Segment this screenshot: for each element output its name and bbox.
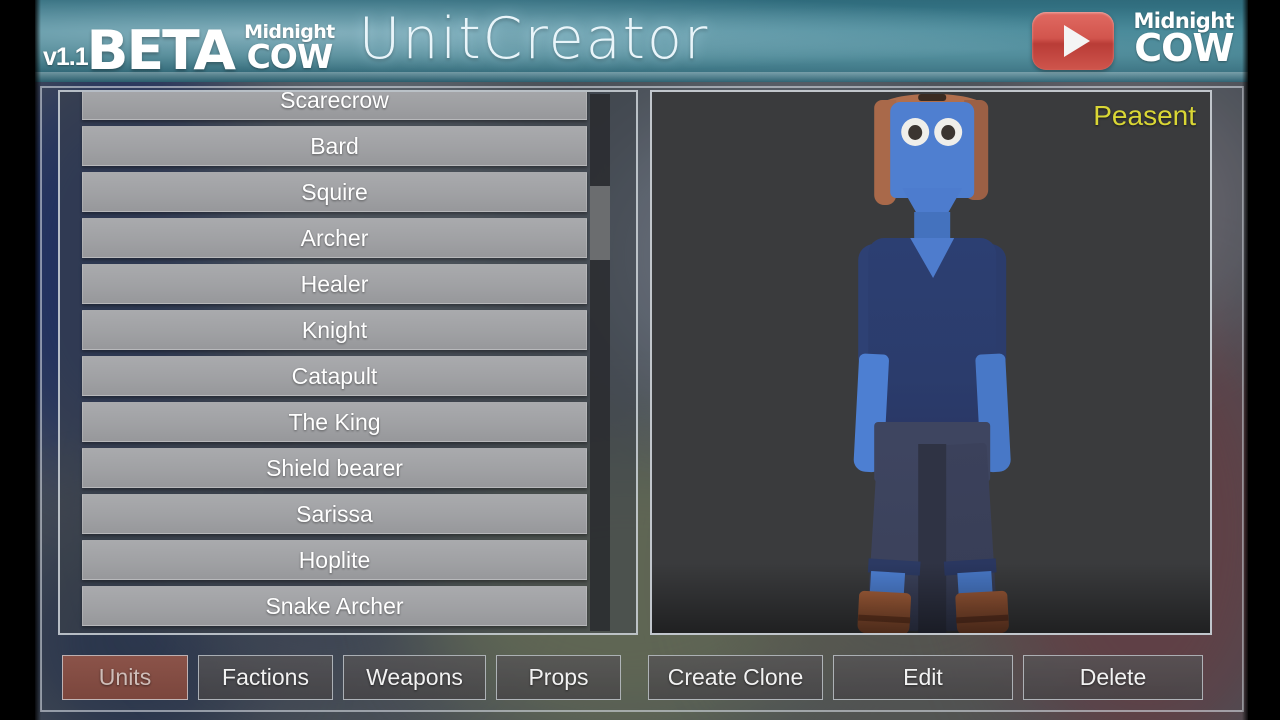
unit-creator-app: v1.1 BETA Midnight COW UnitCreator Midni… <box>0 0 1280 720</box>
list-item-label: Sarissa <box>296 500 373 527</box>
list-item-label: The King <box>288 408 381 435</box>
button-label: Factions <box>222 664 309 690</box>
header-right-group: Midnight COW <box>1031 10 1245 71</box>
pupil-left <box>908 125 923 140</box>
unit-name-label: Peasent <box>1093 100 1196 131</box>
unit-list-scrollbar[interactable] <box>590 94 610 631</box>
brow <box>918 94 947 101</box>
category-button-weapons[interactable]: Weapons <box>343 655 486 700</box>
category-button-props[interactable]: Props <box>496 655 621 700</box>
button-label: Props <box>528 664 589 690</box>
list-item[interactable]: Squire <box>82 172 587 212</box>
midnight-cow-logo-left: Midnight COW <box>244 22 335 76</box>
unit-preview-panel[interactable]: Peasent <box>650 90 1212 635</box>
version-label: v1.1 <box>43 43 89 71</box>
list-item[interactable]: Snake Archer <box>82 586 587 626</box>
list-item[interactable]: The King <box>82 402 587 442</box>
list-item[interactable]: Archer <box>82 218 587 258</box>
action-toolbar: Create Clone Edit Delete <box>648 655 1203 700</box>
letterbox-left <box>0 0 41 720</box>
page-title: UnitCreator <box>358 6 710 72</box>
list-item-label: Catapult <box>291 362 378 389</box>
youtube-play-icon[interactable] <box>1031 11 1114 70</box>
category-button-units[interactable]: Units <box>62 655 188 700</box>
category-toolbar: Units Factions Weapons Props <box>62 655 621 700</box>
button-label: Delete <box>1079 664 1147 690</box>
list-item[interactable]: Healer <box>82 264 587 304</box>
list-item[interactable]: Hoplite <box>82 540 587 580</box>
list-item[interactable]: Bard <box>82 126 587 166</box>
list-item[interactable]: Sarissa <box>82 494 587 534</box>
list-item[interactable]: Catapult <box>82 356 587 396</box>
list-item-label: Healer <box>300 270 369 297</box>
list-item[interactable]: Knight <box>82 310 587 350</box>
list-item-label: Bard <box>310 132 359 159</box>
brand-bottom-text: COW <box>246 36 334 76</box>
list-item-label: Squire <box>301 178 368 205</box>
button-label: Create Clone <box>667 664 804 690</box>
action-button-create-clone[interactable]: Create Clone <box>648 655 823 700</box>
pupil-right <box>941 125 956 140</box>
list-item-label: Archer <box>300 224 369 251</box>
list-item-label: Shield bearer <box>266 454 403 481</box>
head <box>890 102 975 198</box>
header-left-group: v1.1 BETA Midnight COW UnitCreator <box>43 6 710 82</box>
beta-label: BETA <box>86 18 235 82</box>
button-label: Units <box>98 664 152 690</box>
list-item-label: Snake Archer <box>265 592 404 619</box>
letterbox-right <box>1242 0 1280 720</box>
list-item-label: Scarecrow <box>280 90 389 113</box>
app-header: v1.1 BETA Midnight COW UnitCreator Midni… <box>35 0 1248 82</box>
action-button-delete[interactable]: Delete <box>1023 655 1203 700</box>
list-item[interactable]: Shield bearer <box>82 448 587 488</box>
list-item-label: Hoplite <box>298 546 371 573</box>
category-button-factions[interactable]: Factions <box>198 655 333 700</box>
preview-floor-shadow <box>652 563 1210 633</box>
scrollbar-thumb[interactable] <box>590 186 610 260</box>
button-label: Edit <box>903 664 943 690</box>
list-item-label: Knight <box>301 316 368 343</box>
button-label: Weapons <box>366 664 463 690</box>
character-model <box>806 92 1066 633</box>
midnight-cow-logo-right: Midnight COW <box>1134 10 1235 71</box>
brand-bottom-text: COW <box>1134 26 1234 71</box>
list-item[interactable]: Scarecrow <box>82 90 587 120</box>
unit-list-panel: Scarecrow Bard Squire Archer Healer Knight Cat… <box>58 90 638 635</box>
unit-list: Scarecrow Bard Squire Archer Healer Knight Cat… <box>82 90 587 632</box>
action-button-edit[interactable]: Edit <box>833 655 1013 700</box>
play-triangle-icon <box>1063 24 1090 57</box>
